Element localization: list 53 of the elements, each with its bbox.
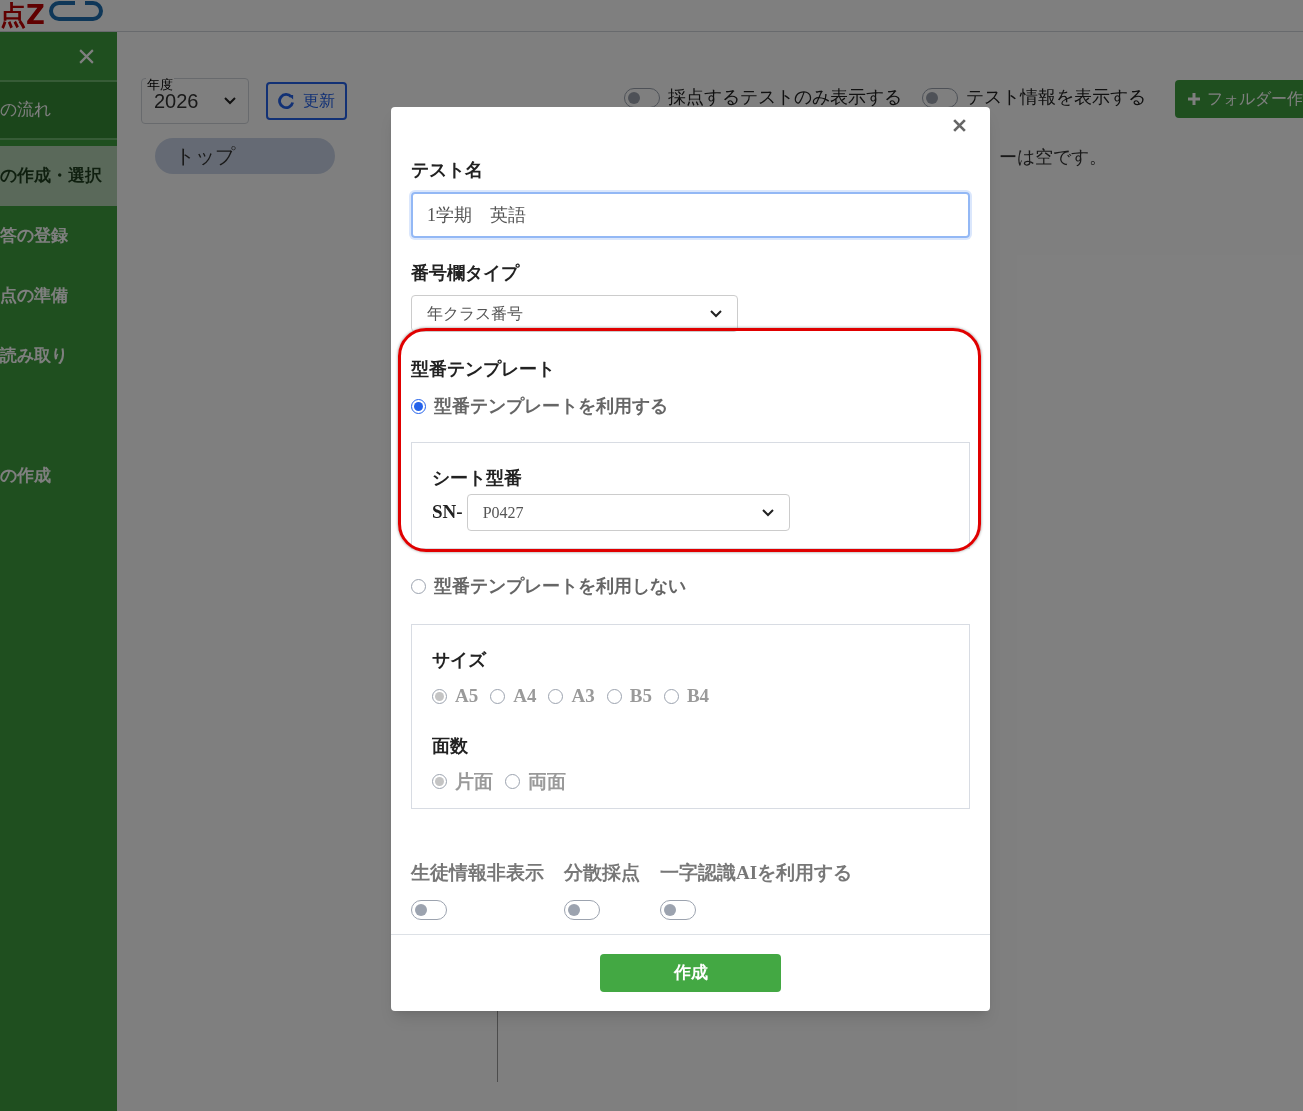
add-folder-button[interactable]: フォルダー作: [1175, 80, 1303, 118]
chevron-down-icon: [224, 97, 236, 105]
logo-text: 点Z: [0, 1, 45, 29]
year-select[interactable]: 年度 2026: [141, 78, 249, 124]
toggle-switch[interactable]: [564, 899, 600, 920]
field-label: 型番テンプレート: [411, 358, 556, 381]
toggle-switch[interactable]: [411, 899, 447, 920]
chevron-down-icon: [710, 309, 722, 318]
breadcrumb-item[interactable]: トップ: [155, 138, 335, 174]
radio-label: A4: [513, 684, 537, 708]
select-field[interactable]: 年クラス番号: [411, 295, 738, 332]
toggle-label: テスト情報を表示する: [966, 86, 1146, 109]
toggle-label: 分散採点: [564, 861, 640, 885]
close-icon: [78, 47, 95, 65]
chevron-down-icon: [761, 508, 774, 517]
radio-label: B5: [629, 684, 652, 708]
sidebar-item[interactable]: の流れ: [0, 80, 117, 140]
radio-button[interactable]: [411, 399, 426, 414]
sidebar-item[interactable]: の作成・選択: [0, 146, 117, 206]
text-input[interactable]: 1学期 英語: [411, 192, 970, 238]
create-button[interactable]: 作成: [600, 954, 781, 992]
toggle-label: 一字認識AIを利用する: [660, 861, 853, 885]
radio-label: 型番テンプレートを利用しない: [434, 575, 686, 598]
sidebar-item[interactable]: 読み取り: [0, 326, 117, 386]
toggle-switch[interactable]: [660, 899, 696, 920]
refresh-icon: [278, 92, 295, 110]
select-field[interactable]: P0427: [466, 494, 790, 531]
field-prefix: SN-: [432, 500, 463, 525]
toggle-switch[interactable]: [624, 87, 660, 108]
field-label: シート型番: [432, 467, 523, 490]
close-icon: [952, 117, 967, 133]
plus-icon: [1187, 92, 1201, 106]
radio-button[interactable]: [411, 579, 426, 594]
field-label: 番号欄タイプ: [411, 262, 521, 285]
toggle-switch[interactable]: [922, 87, 958, 108]
radio-label: B4: [686, 684, 710, 708]
field-label: 面数: [432, 734, 469, 758]
field-label: テスト名: [411, 159, 484, 182]
toggle-label: 生徒情報非表示: [411, 861, 544, 885]
radio-label: A5: [455, 684, 479, 708]
field-label: サイズ: [432, 649, 488, 672]
close-button[interactable]: [952, 117, 968, 133]
radio-label: 片面: [455, 769, 493, 794]
sidebar-item[interactable]: 点の準備: [0, 266, 117, 326]
radio-label: A3: [571, 684, 595, 708]
year-label: 年度: [146, 78, 174, 91]
sidebar-item[interactable]: 答の登録: [0, 206, 117, 266]
toggle-label: 採点するテストのみ表示する: [668, 86, 902, 109]
sidebar-item[interactable]: の作成: [0, 446, 117, 506]
empty-message: ーは空です。: [999, 146, 1107, 169]
refresh-button[interactable]: 更新: [266, 82, 347, 120]
radio-label: 型番テンプレートを利用する: [434, 395, 668, 418]
radio-label: 両面: [528, 769, 566, 794]
